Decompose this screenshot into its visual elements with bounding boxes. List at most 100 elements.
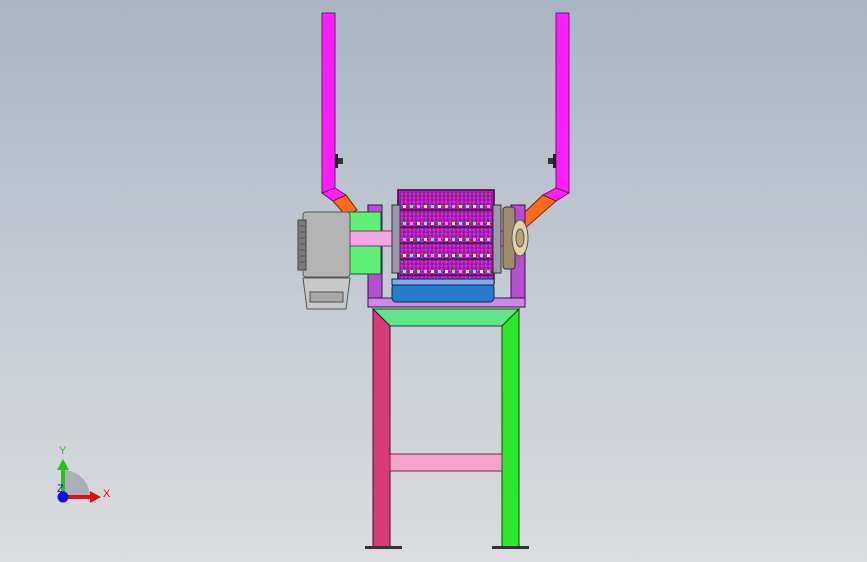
mesh-rib-dot	[445, 222, 448, 225]
mesh-rib-dot	[410, 238, 413, 241]
mesh-rib-dot	[445, 238, 448, 241]
mesh-rib-dot	[438, 205, 441, 208]
right-chute-bracket	[548, 154, 556, 168]
mesh-rib-dot	[403, 205, 406, 208]
mesh-rib-dot	[452, 205, 455, 208]
mesh-rib-dot	[410, 254, 413, 257]
mesh-rib-dot	[466, 254, 469, 257]
mesh-rib-dot	[431, 254, 434, 257]
mesh-rib-dot	[438, 270, 441, 273]
collection-tray	[391, 283, 495, 303]
mesh-rib-dot	[466, 222, 469, 225]
mesh-rib-dot	[431, 238, 434, 241]
z-axis-label: Z	[57, 483, 64, 495]
mesh-rib-dot	[417, 254, 420, 257]
mesh-rib-dot	[431, 222, 434, 225]
mesh-band	[400, 258, 492, 260]
tray-rim	[391, 278, 495, 286]
mesh-band	[400, 209, 492, 211]
coordinate-triad: Y X Z	[57, 445, 111, 503]
x-axis-label: X	[103, 488, 111, 500]
mesh-rib-dot	[424, 222, 427, 225]
left-chute-vertical-pipe	[321, 12, 336, 194]
screening-drum	[391, 189, 502, 284]
mesh-rib-dot	[445, 270, 448, 273]
gear-motor	[297, 211, 351, 310]
frame-cross-brace	[389, 453, 503, 472]
mesh-band	[400, 274, 492, 276]
motor-body	[302, 211, 351, 278]
mesh-rib-dot	[459, 238, 462, 241]
mesh-rib-dot	[403, 238, 406, 241]
y-axis-arrowhead	[57, 459, 69, 470]
mesh-rib-dot	[403, 270, 406, 273]
mesh-rib-dot	[438, 254, 441, 257]
mesh-rib-dot	[452, 238, 455, 241]
right-chute-vertical-pipe	[555, 12, 570, 194]
cad-viewport[interactable]: Y X Z	[0, 0, 867, 562]
mesh-rib-dot	[445, 254, 448, 257]
left-chute-bracket	[335, 154, 343, 168]
y-axis-label: Y	[59, 445, 67, 457]
mesh-rib-dot	[438, 222, 441, 225]
mesh-rib-dot	[417, 222, 420, 225]
mesh-rib-dot	[459, 205, 462, 208]
mesh-rib-dot	[424, 270, 427, 273]
mesh-band	[400, 226, 492, 228]
mesh-rib-dot	[410, 270, 413, 273]
mesh-rib-dot	[473, 222, 476, 225]
mesh-rib-dot	[487, 238, 490, 241]
right-foot-plate	[492, 546, 529, 549]
mesh-rib-dot	[424, 254, 427, 257]
support-frame	[365, 307, 529, 549]
mesh-rib-dot	[466, 205, 469, 208]
mesh-rib-dot	[487, 270, 490, 273]
mesh-rib-dot	[438, 238, 441, 241]
mesh-band	[400, 242, 492, 244]
mesh-rib-dot	[410, 205, 413, 208]
gearbox-foot	[309, 291, 344, 303]
mesh-rib-dot	[452, 254, 455, 257]
mesh-rib-dot	[424, 205, 427, 208]
frame-left-leg	[372, 307, 391, 548]
triad-rotation-arc	[63, 470, 90, 497]
mesh-rib-dot	[431, 270, 434, 273]
mesh-rib-dot	[452, 222, 455, 225]
mesh-rib-dot	[417, 205, 420, 208]
mesh-rib-dot	[452, 270, 455, 273]
mesh-rib-dot	[459, 254, 462, 257]
mesh-rib-dot	[487, 254, 490, 257]
mesh-rib-dot	[480, 254, 483, 257]
mesh-rib-dot	[466, 270, 469, 273]
mesh-rib-dot	[424, 238, 427, 241]
mesh-rib-dot	[417, 270, 420, 273]
left-feed-chute	[320, 12, 358, 217]
mesh-rib-dot	[410, 222, 413, 225]
mesh-rib-dot	[431, 205, 434, 208]
left-foot-plate	[365, 546, 402, 549]
mesh-rib-dot	[480, 222, 483, 225]
mesh-rib-dot	[403, 254, 406, 257]
mesh-rib-dot	[403, 222, 406, 225]
mesh-rib-dot	[487, 222, 490, 225]
frame-top-beam	[371, 308, 521, 327]
mesh-rib-dot	[480, 238, 483, 241]
mesh-rib-dot	[473, 238, 476, 241]
mesh-rib-dot	[466, 238, 469, 241]
mesh-rib-dot	[459, 222, 462, 225]
mesh-rib-dot	[480, 270, 483, 273]
mesh-rib-dot	[459, 270, 462, 273]
x-axis-arrowhead	[90, 491, 101, 503]
frame-right-leg	[501, 307, 520, 548]
mesh-rib-dot	[487, 205, 490, 208]
mesh-rib-dot	[473, 270, 476, 273]
mesh-rib-dot	[473, 205, 476, 208]
drum-left-ring	[391, 204, 401, 274]
right-feed-chute	[513, 12, 571, 231]
mesh-rib-dot	[473, 254, 476, 257]
mesh-rib-dot	[445, 205, 448, 208]
machine-assembly-drawing: Y X Z	[57, 12, 571, 549]
drum-right-ring	[492, 204, 502, 274]
mesh-rib-dot	[480, 205, 483, 208]
mesh-rib-dot	[417, 238, 420, 241]
